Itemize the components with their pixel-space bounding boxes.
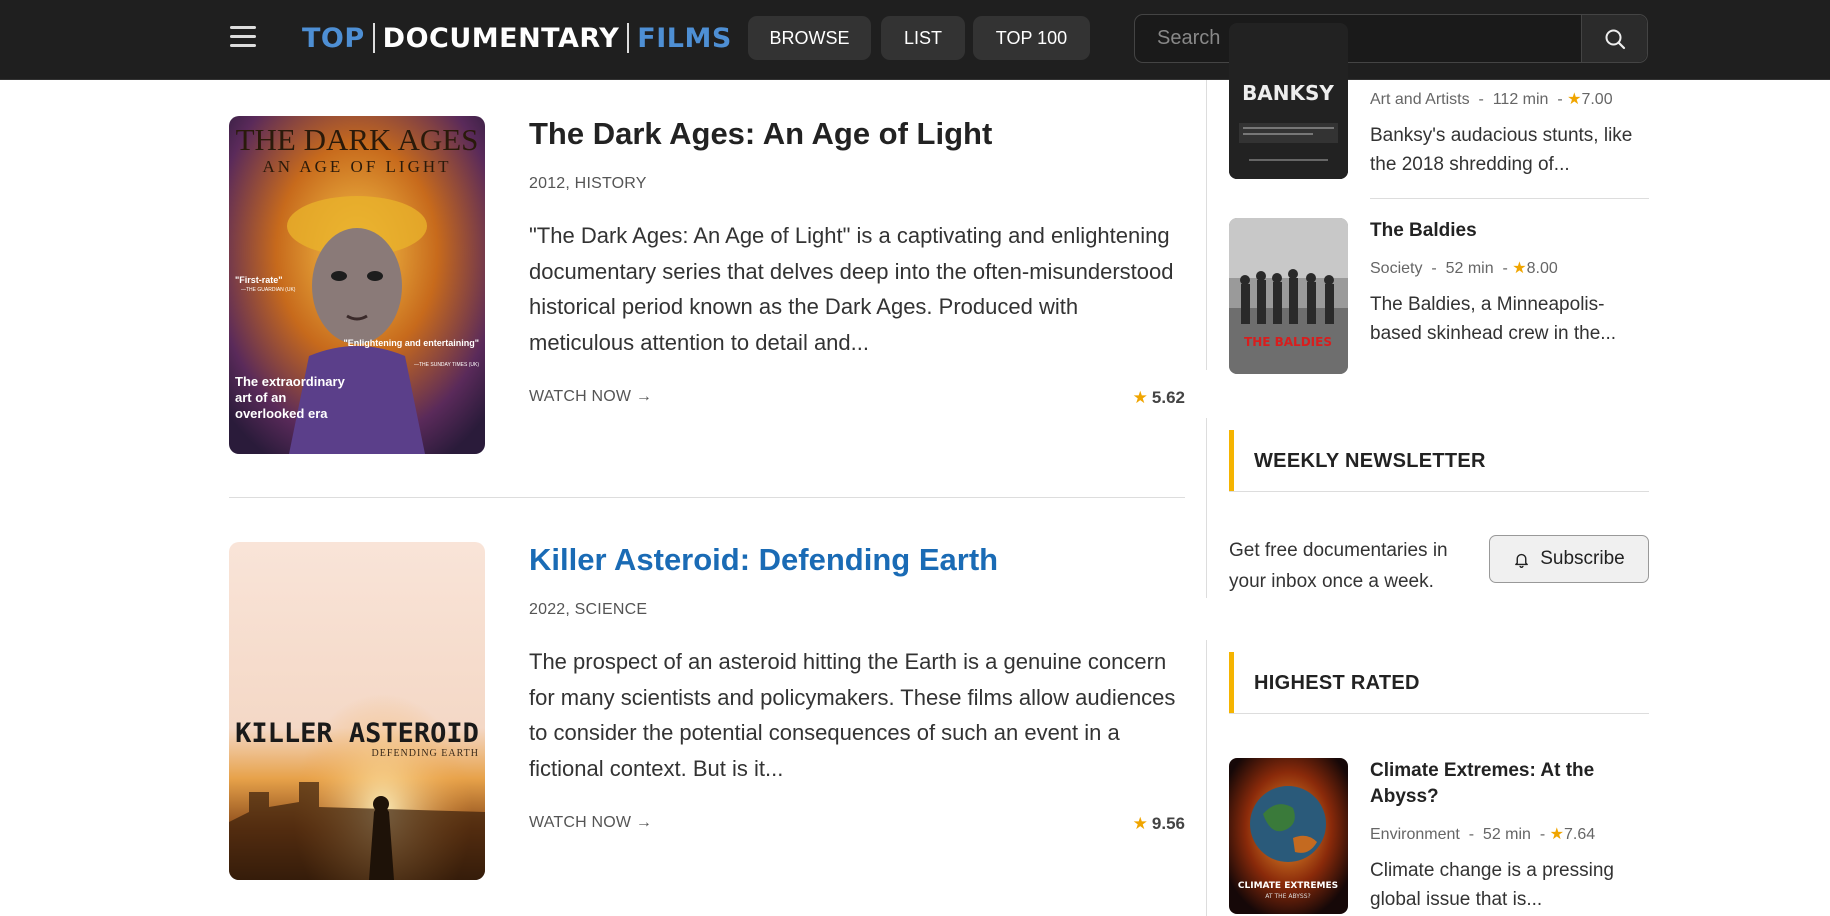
meta-text: Society - 52 min - (1370, 260, 1508, 277)
svg-text:"Enlightening and entertaining: "Enlightening and entertaining" (343, 338, 479, 348)
watch-now-link[interactable]: WATCH NOW → (529, 388, 652, 406)
star-icon: ★ (1132, 388, 1148, 407)
sidebar-doc-meta: Society - 52 min - ★8.00 (1370, 258, 1558, 278)
svg-text:—THE SUNDAY TIMES (UK): —THE SUNDAY TIMES (UK) (414, 362, 479, 368)
article-card: THE DARK AGES AN AGE OF LIGHT "First-rat… (229, 116, 1185, 456)
nav-browse-button[interactable]: BROWSE (748, 16, 871, 60)
sidebar-separator (1206, 80, 1207, 370)
sidebar-doc-title[interactable]: Climate Extremes: At the Abyss? (1370, 758, 1630, 810)
article-card: KILLER ASTEROID DEFENDING EARTH Killer A… (229, 542, 1185, 882)
poster-title-text: THE DARK AGES AN AGE OF LIGHT (236, 122, 479, 176)
meta-text: Art and Artists - 112 min - (1370, 91, 1563, 108)
logo-divider (627, 23, 630, 53)
menu-icon[interactable] (230, 26, 256, 48)
sidebar-separator (1206, 418, 1207, 598)
logo-divider (372, 23, 375, 53)
highest-rated-section-header: HIGHEST RATED (1229, 652, 1649, 714)
sidebar-doc-description: Banksy's audacious stunts, like the 2018… (1370, 125, 1633, 175)
sidebar-doc-thumbnail[interactable]: THE BALDIES (1229, 218, 1348, 374)
article-divider (229, 497, 1185, 498)
svg-text:—THE GUARDIAN (UK): —THE GUARDIAN (UK) (241, 287, 296, 293)
sidebar-doc-thumbnail[interactable]: CLIMATE EXTREMES AT THE ABYSS? (1229, 758, 1348, 914)
sidebar-doc-description: The Baldies, a Minneapolis-based skinhea… (1370, 294, 1617, 344)
subscribe-label: Subscribe (1540, 548, 1625, 569)
thumbnail-text: CLIMATE EXTREMES (1238, 881, 1338, 891)
article-title[interactable]: Killer Asteroid: Defending Earth (529, 542, 998, 578)
sidebar-separator (1206, 640, 1207, 916)
article-poster[interactable]: KILLER ASTEROID DEFENDING EARTH (229, 542, 485, 880)
sidebar-doc-item: THE BALDIES The Baldies Society - 52 min… (1229, 218, 1649, 378)
svg-text:AN AGE OF LIGHT: AN AGE OF LIGHT (262, 157, 451, 176)
sidebar-doc-thumbnail[interactable]: BANKSY (1229, 23, 1348, 179)
section-title: HIGHEST RATED (1254, 672, 1420, 694)
svg-text:"First-rate": "First-rate" (235, 275, 283, 285)
bell-icon (1515, 553, 1529, 568)
rating-value: 7.64 (1563, 826, 1596, 843)
rating-value: 7.00 (1581, 91, 1613, 108)
logo-films-text: FILMS (637, 22, 732, 54)
section-title: WEEKLY NEWSLETTER (1254, 450, 1486, 472)
section-underline (1229, 713, 1649, 714)
star-icon: ★ (1132, 814, 1148, 833)
nav-top100-button[interactable]: TOP 100 (973, 16, 1090, 60)
poster-subtitle-text: DEFENDING EARTH (372, 748, 479, 759)
site-logo[interactable]: TOP DOCUMENTARY FILMS (302, 20, 732, 56)
logo-top-text: TOP (302, 22, 365, 54)
subscribe-button[interactable]: Subscribe (1489, 535, 1649, 583)
rating-value: 9.56 (1151, 814, 1185, 833)
article-rating: ★ 5.62 (1133, 388, 1185, 408)
sidebar-doc-item: BANKSY Art and Artists - 112 min - ★7.00… (1229, 23, 1649, 203)
article-meta: 2022, SCIENCE (529, 601, 648, 618)
star-icon: ★ (1567, 91, 1582, 108)
article-description: "The Dark Ages: An Age of Light" is a ca… (529, 223, 1174, 355)
sidebar-doc-meta: Art and Artists - 112 min - ★7.00 (1370, 89, 1613, 109)
watch-now-link[interactable]: WATCH NOW → (529, 814, 652, 832)
star-icon: ★ (1549, 826, 1564, 843)
thumbnail-text: THE BALDIES (1244, 335, 1332, 349)
sidebar-doc-title[interactable]: The Baldies (1370, 218, 1630, 244)
sidebar-item-divider (1370, 198, 1649, 199)
rating-value: 8.00 (1526, 260, 1558, 277)
section-underline (1229, 491, 1649, 492)
sidebar-doc-meta: Environment - 52 min - ★7.64 (1370, 824, 1595, 844)
article-title[interactable]: The Dark Ages: An Age of Light (529, 116, 992, 152)
nav-list-button[interactable]: LIST (881, 16, 965, 60)
thumbnail-text: BANKSY (1242, 81, 1334, 105)
poster-title-text: KILLER ASTEROID (235, 718, 479, 749)
meta-text: Environment - 52 min - (1370, 826, 1546, 843)
newsletter-text: Get free documentaries in your inbox onc… (1229, 540, 1448, 592)
newsletter-section-header: WEEKLY NEWSLETTER (1229, 430, 1649, 492)
article-rating: ★ 9.56 (1133, 814, 1185, 834)
sidebar-doc-description: Climate change is a pressing global issu… (1370, 860, 1614, 910)
sidebar-doc-item: CLIMATE EXTREMES AT THE ABYSS? Climate E… (1229, 758, 1649, 916)
article-poster[interactable]: THE DARK AGES AN AGE OF LIGHT "First-rat… (229, 116, 485, 454)
thumbnail-subtext: AT THE ABYSS? (1265, 893, 1310, 900)
article-description: The prospect of an asteroid hitting the … (529, 649, 1176, 781)
section-accent-bar (1229, 430, 1234, 492)
article-meta: 2012, HISTORY (529, 175, 647, 192)
poster-tagline: The extraordinary art of an overlooked e… (235, 374, 345, 421)
star-icon: ★ (1512, 260, 1527, 277)
svg-text:THE DARK AGES: THE DARK AGES (236, 122, 479, 157)
logo-documentary-text: DOCUMENTARY (382, 22, 620, 54)
section-accent-bar (1229, 652, 1234, 714)
rating-value: 5.62 (1151, 388, 1185, 407)
